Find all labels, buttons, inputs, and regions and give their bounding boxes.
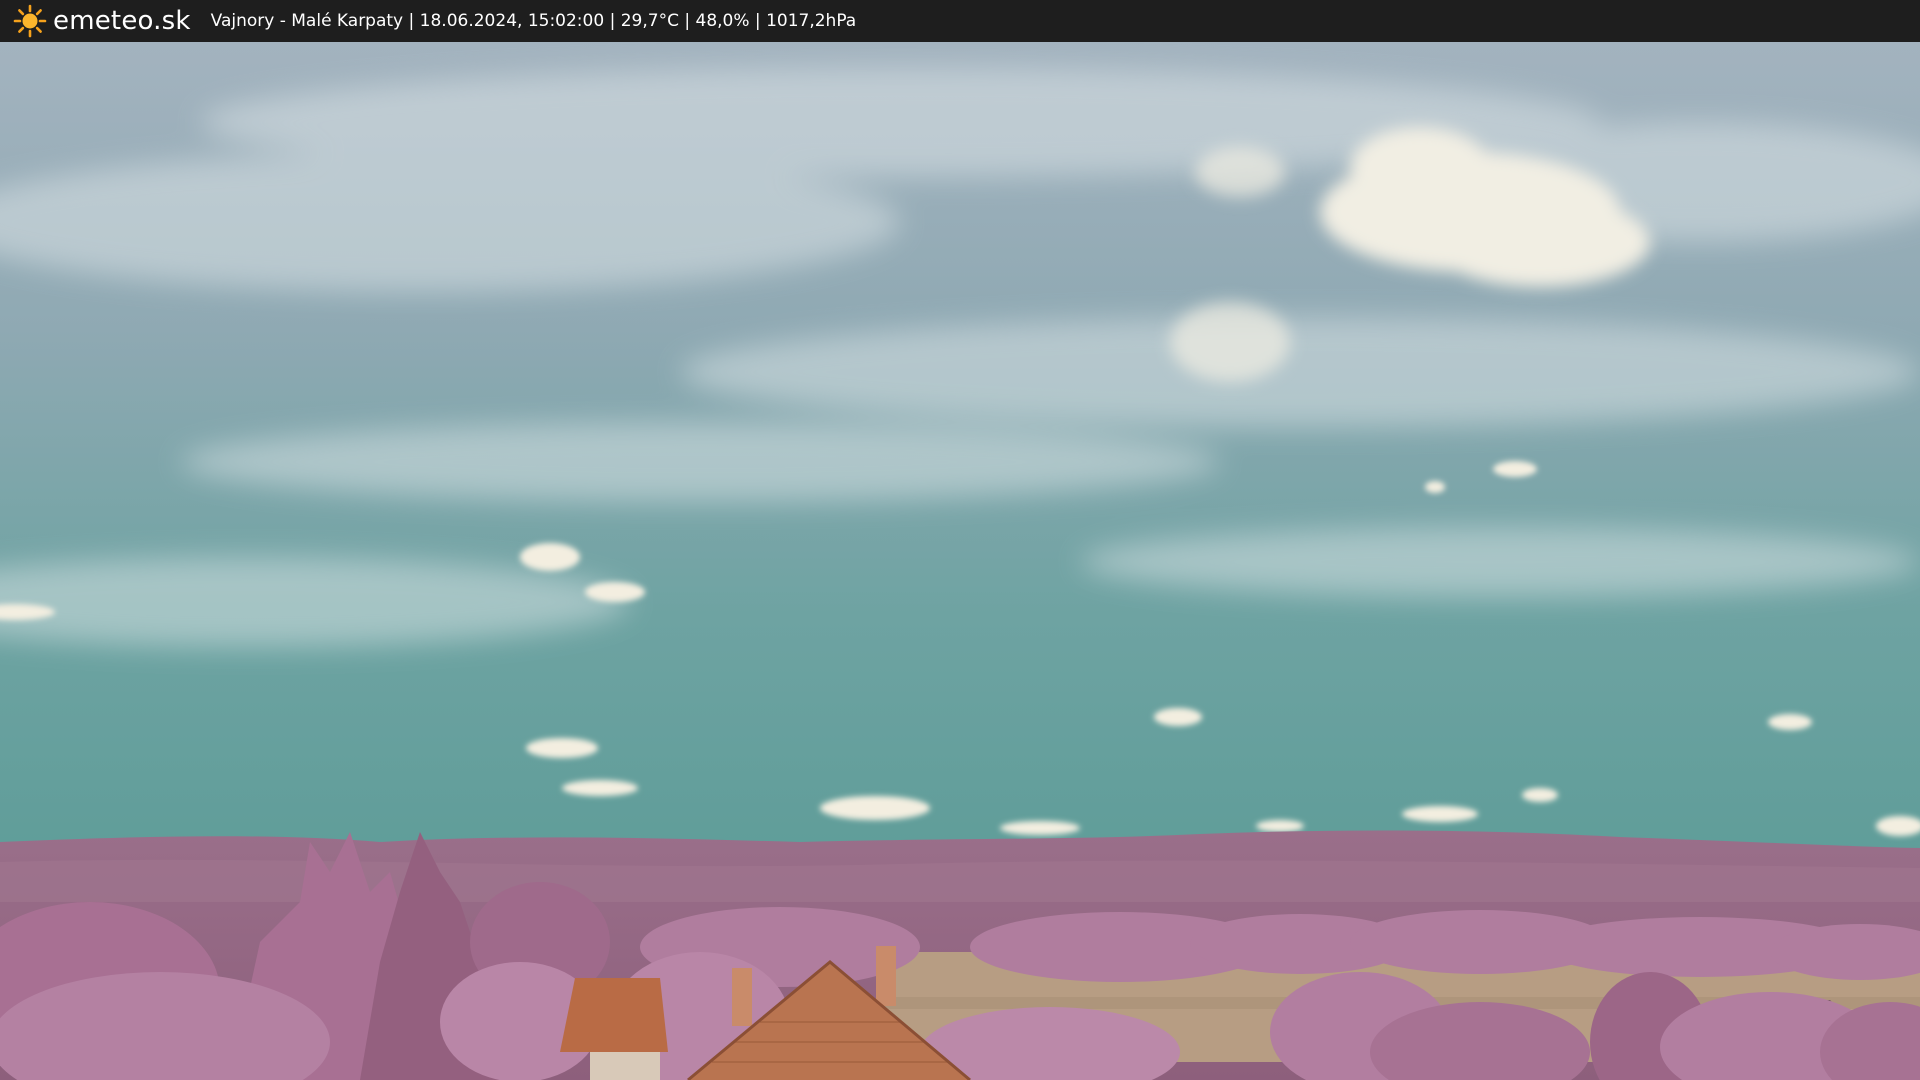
- webcam-image: [0, 42, 1920, 1080]
- site-name[interactable]: emeteo.sk: [53, 6, 191, 36]
- temperature-label: 29,7°C: [620, 11, 679, 31]
- datetime-label: 18.06.2024, 15:02:00: [419, 11, 605, 31]
- station-caption: Vajnory - Malé Karpaty | 18.06.2024, 15:…: [210, 11, 857, 31]
- location-label: Vajnory - Malé Karpaty: [210, 11, 404, 31]
- pressure-label: 1017,2hPa: [766, 11, 857, 31]
- sun-icon: [13, 4, 47, 38]
- caption-bar: emeteo.sk Vajnory - Malé Karpaty | 18.06…: [0, 0, 1920, 42]
- humidity-label: 48,0%: [695, 11, 750, 31]
